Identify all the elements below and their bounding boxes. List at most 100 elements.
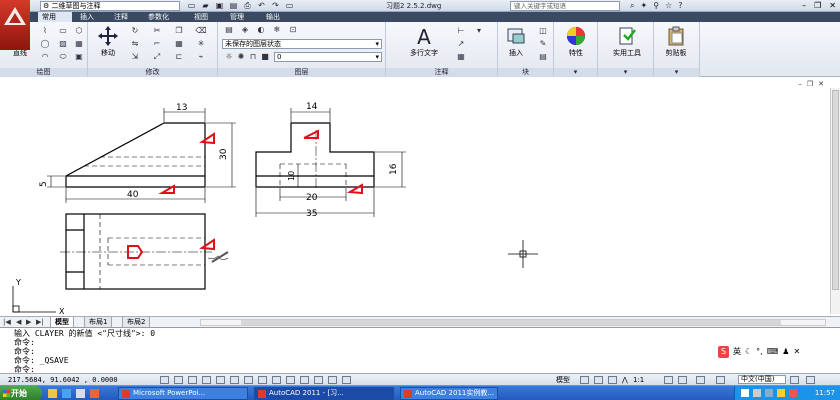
tray-icon[interactable] (789, 389, 797, 397)
utilities-panel[interactable]: 实用工具 ▾ (598, 22, 654, 77)
dim-35[interactable]: 35 (306, 209, 317, 219)
tools-icon[interactable]: ✕ (793, 346, 800, 358)
restore-icon[interactable]: ❐ (814, 0, 821, 12)
annotation-visibility-icon[interactable] (664, 376, 673, 384)
tray-icon[interactable] (753, 389, 761, 397)
utilities-dropdown[interactable]: ▾ (598, 68, 653, 77)
circle-icon[interactable]: ◯ (38, 39, 52, 49)
command-line[interactable]: 输入 CLAYER 的新值 <"尺寸线">: 0 命令: 命令: 命令: _QS… (0, 327, 840, 374)
top-view-outline[interactable] (65, 213, 206, 290)
star-icon[interactable]: ☆ (665, 0, 672, 12)
polyline-icon[interactable]: ⌇ (38, 26, 52, 36)
communication-icon[interactable]: ⚲ (653, 0, 659, 12)
prev-layout-icon[interactable]: ◀ (16, 318, 21, 327)
canvas-minimize-icon[interactable]: – (798, 80, 802, 88)
draw-panel-label[interactable]: 绘图 (0, 68, 87, 77)
workspace-switch-icon[interactable] (696, 376, 705, 384)
erase-icon[interactable]: ⌫ (194, 26, 208, 36)
layer-off-icon[interactable]: ◐ (254, 25, 268, 35)
new-file-icon[interactable]: ▭ (186, 1, 197, 10)
vertical-scrollbar[interactable] (830, 88, 840, 314)
hatch-icon[interactable]: ▨ (56, 39, 70, 49)
grid-icon[interactable] (188, 376, 197, 384)
tray-icon[interactable] (741, 389, 749, 397)
sogou-icon[interactable]: S (718, 346, 729, 358)
layer-lock-icon[interactable]: ⊡ (286, 25, 300, 35)
keyboard-icon[interactable]: ⌨ (767, 346, 779, 358)
auto-scale-icon[interactable] (678, 376, 687, 384)
properties-button[interactable]: 特性 (556, 25, 596, 58)
properties-panel[interactable]: 特性 ▾ (554, 22, 598, 77)
tab-annotate[interactable]: 注释 (110, 12, 132, 22)
subscription-icon[interactable]: ✦ (640, 0, 647, 12)
horizontal-scrollbar[interactable] (200, 319, 826, 326)
dim-40[interactable]: 40 (127, 190, 139, 200)
clipboard-button[interactable]: 剪贴板 (656, 25, 696, 58)
snap-icon[interactable] (174, 376, 183, 384)
lineweight-icon[interactable] (300, 376, 309, 384)
offset-icon[interactable]: ⊏ (172, 52, 186, 62)
dyn-icon[interactable] (286, 376, 295, 384)
dim-30[interactable]: 30 (219, 148, 229, 160)
undo-icon[interactable]: ↶ (256, 1, 267, 10)
quicklaunch-icon[interactable] (76, 389, 85, 398)
clipboard-dropdown[interactable]: ▾ (654, 68, 699, 77)
create-block-icon[interactable]: ◫ (536, 26, 550, 36)
punct-icon[interactable]: °, (756, 346, 763, 358)
search-input[interactable]: 键入关键字或短语 (510, 1, 620, 11)
block-attr-icon[interactable]: ▤ (536, 52, 550, 62)
canvas-close-icon[interactable]: ✕ (818, 80, 824, 88)
plot-icon[interactable]: ▭ (284, 1, 295, 10)
quicklaunch-icon[interactable] (48, 389, 57, 398)
insert-block-button[interactable]: 插入 (498, 25, 534, 58)
quick-view-drawings-icon[interactable] (594, 376, 603, 384)
taskbar-item-autocad-active[interactable]: AutoCAD 2011 - [习... (254, 387, 394, 400)
tab-home[interactable]: 常用 (38, 12, 72, 22)
arc-icon[interactable]: ◠ (38, 52, 52, 62)
front-view-outline[interactable] (65, 122, 206, 188)
isolate-objects-icon[interactable] (790, 376, 799, 384)
clipboard-panel[interactable]: 剪贴板 ▾ (654, 22, 700, 77)
array-icon[interactable]: ▦ (172, 39, 186, 49)
rotate-icon[interactable]: ↻ (128, 26, 142, 36)
pan-icon[interactable] (608, 376, 617, 384)
modify-panel-label[interactable]: 修改 (88, 68, 217, 77)
dim-13[interactable]: 13 (176, 103, 187, 113)
next-layout-icon[interactable]: ▶ (26, 318, 31, 327)
explode-icon[interactable]: ✳ (194, 39, 208, 49)
mtext-button[interactable]: A 多行文字 (402, 25, 446, 58)
clean-screen-icon[interactable] (806, 376, 815, 384)
otrack-icon[interactable] (258, 376, 267, 384)
tab-insert[interactable]: 插入 (76, 12, 98, 22)
app-menu-button[interactable] (0, 0, 30, 50)
region-icon[interactable]: ▦ (72, 39, 86, 49)
edit-block-icon[interactable]: ✎ (536, 39, 550, 49)
move-button[interactable]: 移动 (88, 25, 128, 58)
polar-icon[interactable] (216, 376, 225, 384)
3d-osnap-icon[interactable] (244, 376, 253, 384)
first-layout-icon[interactable]: |◀ (3, 318, 11, 327)
selection-cycling-icon[interactable] (342, 376, 351, 384)
properties-dropdown[interactable]: ▾ (554, 68, 597, 77)
help-icon[interactable]: ? (678, 0, 682, 12)
tray-icon[interactable] (765, 389, 773, 397)
redo-icon[interactable]: ↷ (270, 1, 281, 10)
layers-panel-label[interactable]: 图层 (218, 68, 385, 77)
annotation-panel-label[interactable]: 注释 (386, 68, 497, 77)
workspace-selector[interactable]: ⚙ 二维草图与注释 (40, 1, 180, 11)
layer-properties-icon[interactable]: ▤ (222, 25, 236, 35)
canvas-restore-icon[interactable]: ❐ (807, 80, 813, 88)
osnap-icon[interactable] (230, 376, 239, 384)
dim-20[interactable]: 20 (306, 193, 318, 203)
close-icon[interactable]: ✕ (829, 0, 836, 12)
quick-view-layouts-icon[interactable] (580, 376, 589, 384)
layer-state-select[interactable]: 未保存的图层状态 (222, 39, 382, 49)
break-icon[interactable]: ⌁ (194, 52, 208, 62)
lock-ui-icon[interactable] (716, 376, 725, 384)
moon-icon[interactable]: ☾ (745, 346, 752, 358)
horizontal-scroll-thumb[interactable] (241, 320, 781, 325)
shirt-icon[interactable]: ♟ (782, 346, 789, 358)
utilities-button[interactable]: 实用工具 (604, 25, 650, 58)
save-icon[interactable]: ▣ (214, 1, 225, 10)
open-folder-icon[interactable]: ▰ (200, 1, 211, 10)
